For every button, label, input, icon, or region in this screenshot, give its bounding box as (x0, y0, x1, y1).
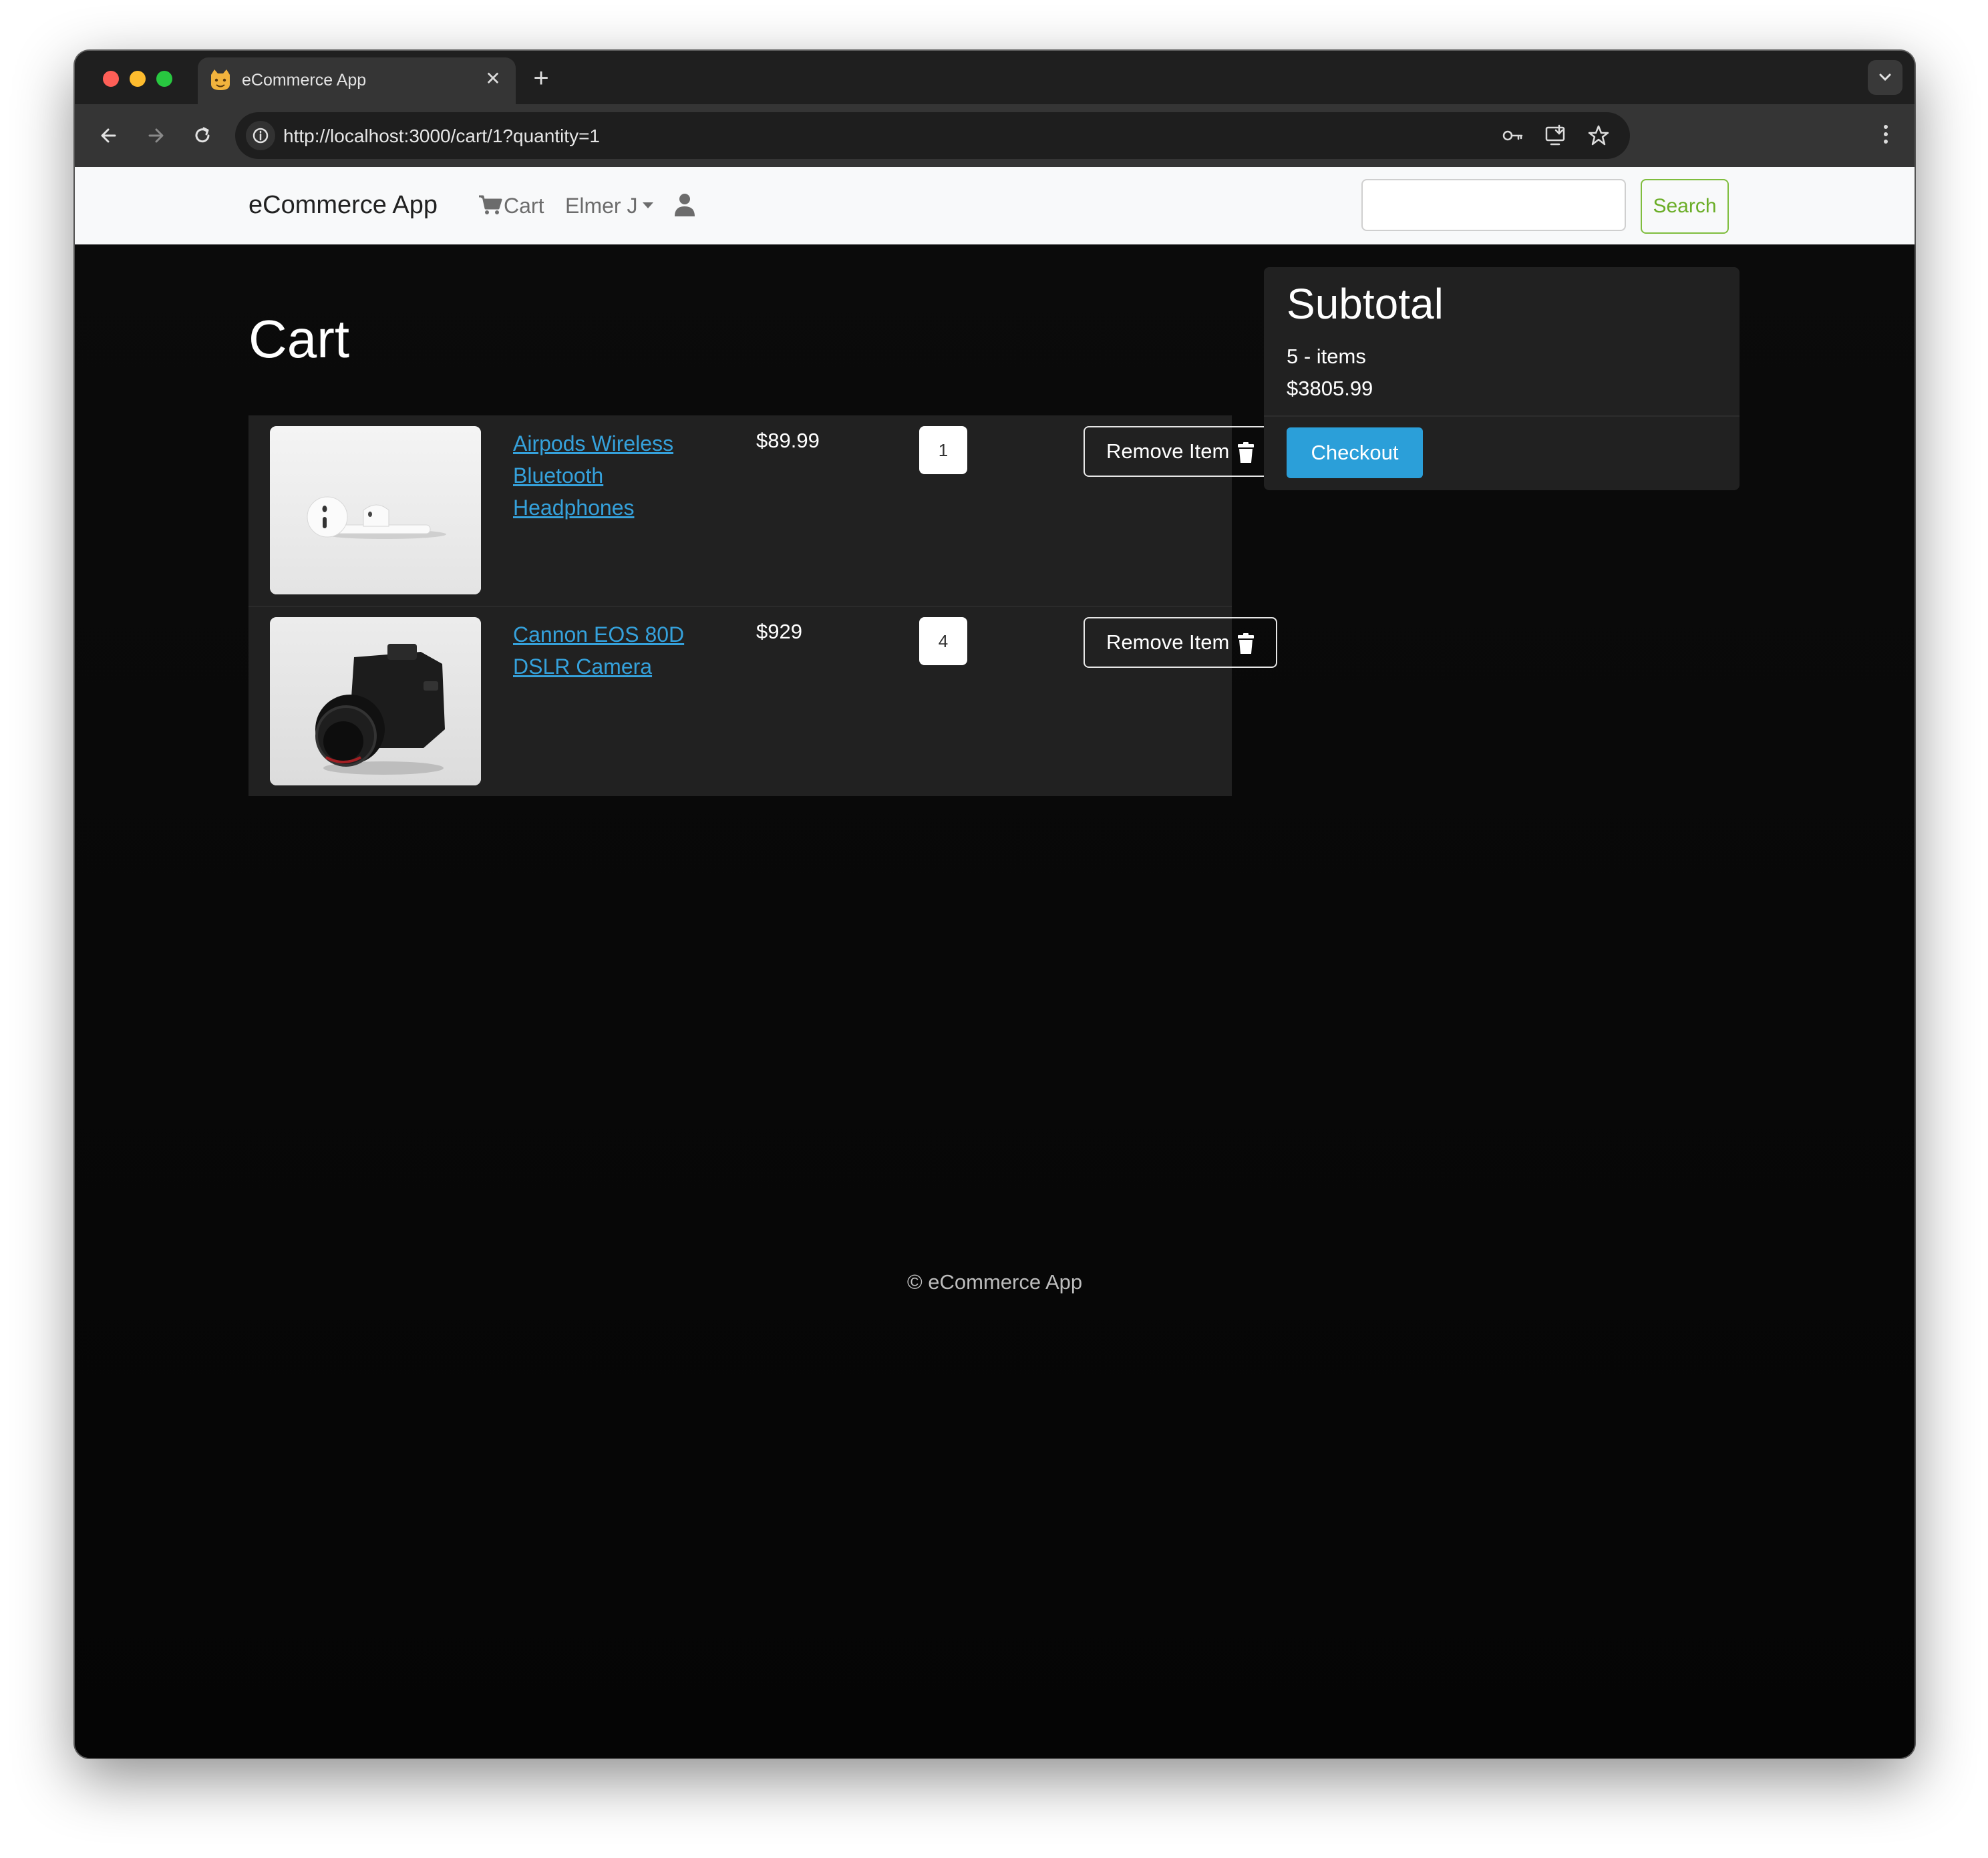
search-button[interactable]: Search (1641, 179, 1729, 234)
cart-item: Cannon EOS 80D DSLR Camera $929 4 Remove… (248, 606, 1277, 797)
user-name: Elmer J (565, 194, 638, 218)
subtotal-amount: $3805.99 (1287, 377, 1373, 400)
address-bar[interactable]: http://localhost:3000/cart/1?quantity=1 (235, 112, 1630, 159)
nav-cart-label: Cart (504, 194, 544, 218)
product-link[interactable]: Cannon EOS 80D DSLR Camera (513, 618, 713, 683)
minimize-window-button[interactable] (130, 71, 146, 87)
app-navbar: eCommerce App Cart Elmer J Search (75, 167, 1915, 244)
quantity-select[interactable]: 1 (919, 426, 967, 474)
trash-icon (1238, 442, 1254, 463)
quantity-select[interactable]: 4 (919, 617, 967, 665)
user-icon[interactable] (673, 192, 696, 218)
new-tab-button[interactable]: + (524, 61, 558, 96)
checkout-button[interactable]: Checkout (1287, 427, 1423, 478)
url-text[interactable]: http://localhost:3000/cart/1?quantity=1 (283, 126, 600, 147)
back-arrow-icon[interactable] (94, 120, 124, 151)
camera-product-image (270, 617, 481, 785)
more-menu-icon[interactable] (1870, 119, 1901, 150)
footer-copyright: © eCommerce App (906, 1270, 1083, 1294)
tab-strip: eCommerce App ✕ + (75, 51, 1915, 104)
remove-item-button[interactable]: Remove Item (1084, 426, 1277, 477)
subtotal-title: Subtotal (1287, 280, 1444, 328)
reload-icon[interactable] (187, 120, 218, 151)
remove-item-label: Remove Item (1106, 439, 1230, 463)
nav-cart-link[interactable]: Cart (478, 194, 544, 218)
forward-arrow-icon[interactable] (140, 120, 171, 151)
brand-link[interactable]: eCommerce App (248, 191, 438, 220)
remove-item-label: Remove Item (1106, 630, 1230, 654)
tab-title: eCommerce App (242, 71, 367, 89)
install-app-icon[interactable] (1543, 123, 1568, 148)
product-price: $89.99 (756, 429, 820, 452)
site-info-icon[interactable] (246, 121, 275, 150)
cat-favicon-icon (211, 69, 230, 90)
key-icon[interactable] (1500, 123, 1526, 148)
search-input[interactable] (1361, 179, 1626, 231)
user-dropdown[interactable]: Elmer J (565, 194, 654, 218)
close-window-button[interactable] (103, 71, 119, 87)
tab-search-button[interactable] (1868, 60, 1902, 95)
cart-item: Airpods Wireless Bluetooth Headphones $8… (248, 415, 1277, 607)
airpods-product-image (270, 426, 481, 594)
page-title: Cart (248, 309, 350, 369)
cart-list: Airpods Wireless Bluetooth Headphones $8… (248, 415, 1277, 797)
trash-icon (1238, 633, 1254, 654)
product-price: $929 (756, 620, 802, 643)
shopping-cart-icon (479, 195, 502, 214)
caret-down-icon (643, 202, 654, 208)
item-count: 5 - items (1287, 345, 1366, 368)
bookmark-star-icon[interactable] (1586, 123, 1611, 148)
browser-window: eCommerce App ✕ + http://localhost:3000/… (75, 51, 1915, 1758)
divider (1264, 415, 1740, 417)
tab-close-icon[interactable]: ✕ (478, 64, 508, 94)
browser-toolbar: http://localhost:3000/cart/1?quantity=1 (75, 104, 1915, 167)
page-content: Cart Airpods Wireless Bluetooth Headphon… (75, 244, 1915, 1758)
product-link[interactable]: Airpods Wireless Bluetooth Headphones (513, 427, 713, 524)
browser-tab[interactable]: eCommerce App ✕ (198, 57, 516, 104)
chevron-down-icon (1879, 73, 1891, 81)
subtotal-card: Subtotal 5 - items $3805.99 Checkout (1264, 267, 1740, 490)
maximize-window-button[interactable] (156, 71, 172, 87)
remove-item-button[interactable]: Remove Item (1084, 617, 1277, 668)
